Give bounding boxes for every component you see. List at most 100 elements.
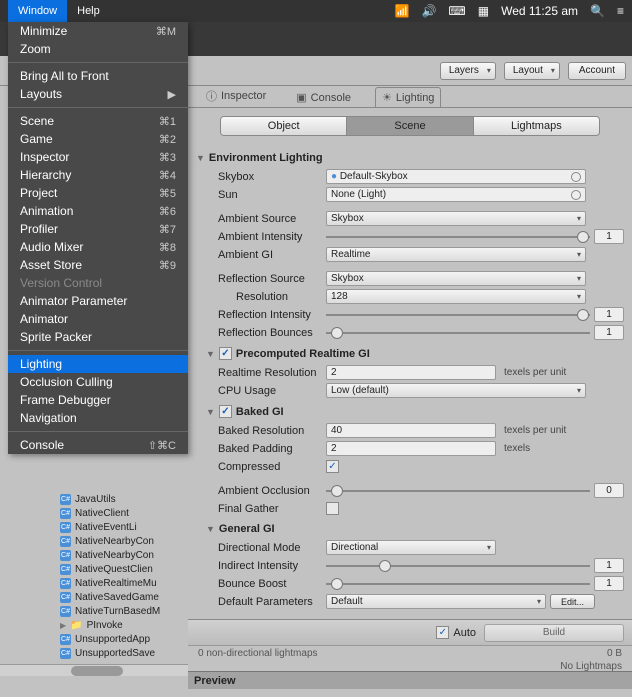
menu-console[interactable]: Console⇧⌘C [8, 436, 188, 454]
tree-item[interactable]: C#JavaUtils [0, 492, 188, 506]
precomputed-gi-checkbox[interactable]: ✓ [219, 347, 232, 360]
final-gather-checkbox[interactable] [326, 502, 339, 515]
menu-scene[interactable]: Scene⌘1 [8, 112, 188, 130]
menu-minimize[interactable]: Minimize⌘M [8, 22, 188, 40]
menu-audio-mixer[interactable]: Audio Mixer⌘8 [8, 238, 188, 256]
menu-zoom[interactable]: Zoom [8, 40, 188, 58]
menu-animator[interactable]: Animator [8, 310, 188, 328]
indirect-intensity-value[interactable]: 1 [594, 558, 624, 573]
baked-pad-field[interactable]: 2 [326, 441, 496, 456]
speaker-icon[interactable]: 🔊 [421, 4, 436, 18]
tree-scrollbar[interactable] [0, 664, 188, 676]
script-icon: C# [60, 634, 71, 645]
indirect-intensity-slider[interactable] [326, 565, 590, 567]
tree-item-label: UnsupportedSave [75, 648, 155, 659]
layout-dropdown[interactable]: Layout [504, 62, 560, 80]
menu-animator-parameter[interactable]: Animator Parameter [8, 292, 188, 310]
edit-button[interactable]: Edit... [550, 594, 595, 609]
tree-item[interactable]: C#NativeRealtimeMu [0, 576, 188, 590]
menu-help[interactable]: Help [67, 5, 110, 17]
picker-icon[interactable] [571, 190, 581, 200]
tree-item[interactable]: C#NativeNearbyCon [0, 534, 188, 548]
layers-dropdown[interactable]: Layers [440, 62, 496, 80]
chevron-right-icon: ▶ [168, 88, 176, 101]
tab-inspector[interactable]: ⓘInspector [200, 85, 272, 107]
tree-item[interactable]: ▶📁PInvoke [0, 618, 188, 632]
menu-project[interactable]: Project⌘5 [8, 184, 188, 202]
tree-item[interactable]: C#NativeClient [0, 506, 188, 520]
tab-lighting[interactable]: ☀Lighting [375, 87, 441, 107]
directional-mode-select[interactable]: Directional [326, 540, 496, 555]
menu-asset-store[interactable]: Asset Store⌘9 [8, 256, 188, 274]
chevron-right-icon: ▶ [60, 621, 66, 630]
reflection-intensity-slider[interactable] [326, 314, 590, 316]
notification-icon[interactable]: ≡ [617, 4, 624, 18]
date-icon[interactable]: ▦ [478, 4, 489, 18]
bounce-boost-slider[interactable] [326, 583, 590, 585]
build-button[interactable]: Build [484, 624, 624, 642]
section-precomputed-gi[interactable]: ▼✓Precomputed Realtime GI [206, 347, 624, 360]
tree-item[interactable]: C#NativeTurnBasedM [0, 604, 188, 618]
baked-res-field[interactable]: 40 [326, 423, 496, 438]
menu-sprite-packer[interactable]: Sprite Packer [8, 328, 188, 346]
ambient-intensity-value[interactable]: 1 [594, 229, 624, 244]
tab-console[interactable]: ▣Console [290, 88, 357, 107]
menu-navigation[interactable]: Navigation [8, 409, 188, 427]
baked-gi-checkbox[interactable]: ✓ [219, 405, 232, 418]
ambient-intensity-slider[interactable] [326, 236, 590, 238]
input-icon[interactable]: ⌨ [448, 4, 465, 18]
subtab-lightmaps[interactable]: Lightmaps [474, 117, 599, 135]
script-icon: C# [60, 578, 71, 589]
sun-field[interactable]: None (Light) [326, 187, 586, 202]
menu-game[interactable]: Game⌘2 [8, 130, 188, 148]
skybox-field[interactable]: ● Default-Skybox [326, 169, 586, 184]
picker-icon[interactable] [571, 172, 581, 182]
auto-checkbox[interactable]: ✓ [436, 626, 449, 639]
menu-layouts[interactable]: Layouts▶ [8, 85, 188, 103]
reflection-bounces-value[interactable]: 1 [594, 325, 624, 340]
menu-frame-debugger[interactable]: Frame Debugger [8, 391, 188, 409]
menu-hierarchy[interactable]: Hierarchy⌘4 [8, 166, 188, 184]
cpu-usage-select[interactable]: Low (default) [326, 383, 586, 398]
ao-value[interactable]: 0 [594, 483, 624, 498]
section-environment[interactable]: ▼Environment Lighting [196, 152, 624, 164]
menu-lighting[interactable]: Lighting [8, 355, 188, 373]
section-general-gi[interactable]: ▼General GI [206, 523, 624, 535]
tree-item[interactable]: C#NativeEventLi [0, 520, 188, 534]
reflection-bounces-slider[interactable] [326, 332, 590, 334]
tree-item[interactable]: C#UnsupportedApp [0, 632, 188, 646]
bounce-boost-value[interactable]: 1 [594, 576, 624, 591]
lighting-subtabs: Object Scene Lightmaps [220, 116, 600, 136]
tree-item[interactable]: C#NativeNearbyCon [0, 548, 188, 562]
menu-animation[interactable]: Animation⌘6 [8, 202, 188, 220]
reflection-intensity-value[interactable]: 1 [594, 307, 624, 322]
tree-item[interactable]: C#NativeQuestClien [0, 562, 188, 576]
ambient-source-select[interactable]: Skybox [326, 211, 586, 226]
reflection-source-select[interactable]: Skybox [326, 271, 586, 286]
preview-header[interactable]: Preview [188, 671, 632, 689]
ambient-gi-select[interactable]: Realtime [326, 247, 586, 262]
label-reflection-bounces: Reflection Bounces [196, 327, 326, 339]
menu-inspector[interactable]: Inspector⌘3 [8, 148, 188, 166]
menu-window[interactable]: Window [8, 0, 67, 22]
subtab-object[interactable]: Object [221, 117, 347, 135]
tree-item[interactable]: C#NativeSavedGame [0, 590, 188, 604]
system-tray: 📶 🔊 ⌨ ▦ Wed 11:25 am 🔍 ≡ [395, 4, 624, 18]
menu-profiler[interactable]: Profiler⌘7 [8, 220, 188, 238]
account-button[interactable]: Account [568, 62, 626, 80]
menu-bring-front[interactable]: Bring All to Front [8, 67, 188, 85]
section-baked-gi[interactable]: ▼✓Baked GI [206, 405, 624, 418]
resolution-select[interactable]: 128 [326, 289, 586, 304]
search-icon[interactable]: 🔍 [590, 4, 605, 18]
label-ambient-source: Ambient Source [196, 213, 326, 225]
clock[interactable]: Wed 11:25 am [501, 4, 578, 18]
tree-item[interactable]: C#UnsupportedSave [0, 646, 188, 660]
project-tree: C#JavaUtilsC#NativeClientC#NativeEventLi… [0, 492, 188, 682]
default-parameters-select[interactable]: Default [326, 594, 546, 609]
compressed-checkbox[interactable]: ✓ [326, 460, 339, 473]
subtab-scene[interactable]: Scene [347, 117, 473, 135]
realtime-res-field[interactable]: 2 [326, 365, 496, 380]
wifi-icon[interactable]: 📶 [395, 4, 410, 18]
ao-slider[interactable] [326, 490, 590, 492]
menu-occlusion-culling[interactable]: Occlusion Culling [8, 373, 188, 391]
